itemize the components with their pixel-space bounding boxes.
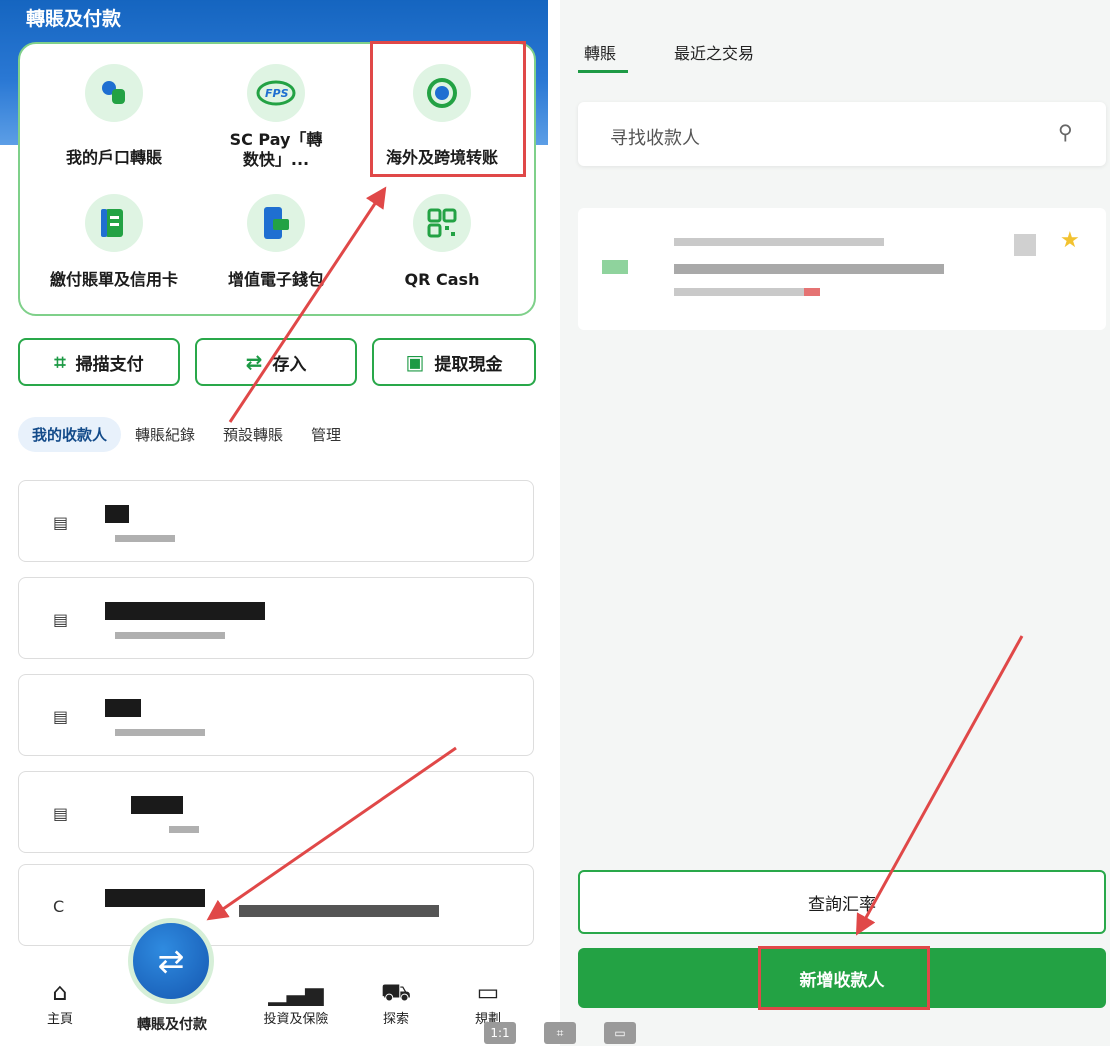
arrow-to-fab bbox=[206, 746, 457, 921]
arrow-to-add-payee bbox=[855, 635, 1024, 936]
annotation-arrows bbox=[206, 186, 1024, 936]
arrow-to-overseas bbox=[228, 186, 387, 423]
